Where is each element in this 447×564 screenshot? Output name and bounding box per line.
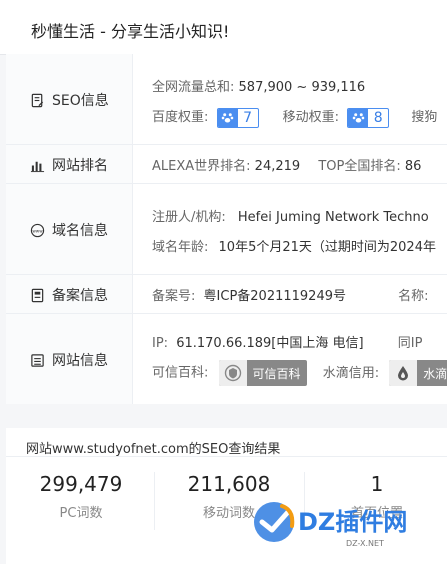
icp-label-cell: 备案信息 [6, 275, 133, 313]
baidu-weight-badge[interactable]: 7 [216, 107, 259, 128]
traffic-line: 全网流量总和: 587,900 ~ 939,116 [152, 76, 365, 95]
domain-label-text: 域名信息 [52, 223, 108, 239]
page-title: 秒懂生活 - 分享生活小知识! [31, 22, 230, 41]
www-globe-icon: www [30, 223, 45, 237]
seo-info-row: SEO信息 全网流量总和: 587,900 ~ 939,116 百度权重: 7 … [6, 54, 447, 145]
domain-age-label: 域名年龄: [152, 240, 209, 255]
mobile-weight-badge[interactable]: 8 [347, 107, 390, 128]
site-info-row: 网站信息 IP: 61.170.66.189[中国上海 电信] 同IP 可信百科… [6, 314, 447, 404]
icp-name-label: 名称: [398, 289, 429, 304]
domain-row: www 域名信息 注册人/机构: Hefei Juming Network Te… [6, 184, 447, 275]
site-info-label-cell: 网站信息 [6, 314, 133, 404]
domain-age-line: 域名年龄: 10年5个月21天（过期时间为2024年 [152, 236, 436, 255]
water-drop-icon [389, 360, 418, 386]
water-credit-badge[interactable]: 水滴 [389, 360, 447, 386]
rank-label: 网站排名 [30, 155, 108, 175]
icp-row: 备案信息 备案号: 粤ICP备2021119249号 名称: [6, 275, 447, 314]
shield-icon [218, 360, 247, 386]
record-book-icon [31, 288, 44, 302]
watermark-url: DZ-X.NET [346, 539, 384, 548]
list-icon [31, 353, 44, 367]
pc-words-stat[interactable]: 299,479 PC词数 [6, 472, 156, 521]
trust-label: 可信百科: [152, 365, 209, 381]
site-info-label-text: 网站信息 [52, 353, 108, 369]
ip-line: IP: 61.170.66.189[中国上海 电信] 同IP [152, 332, 422, 351]
water-credit-label: 水滴信用: [322, 365, 380, 381]
domain-label-cell: www 域名信息 [6, 184, 133, 274]
traffic-label: 全网流量总和: [152, 80, 235, 95]
icp-label-text: 备案信息 [52, 288, 108, 304]
alexa-value: 24,219 [254, 159, 301, 174]
registrant-value: Hefei Juming Network Techno [237, 210, 429, 225]
seo-result-title: 网站www.studyofnet.com的SEO查询结果 [26, 442, 281, 457]
registrant-label: 注册人/机构: [152, 210, 226, 225]
trust-badge-text: 可信百科 [252, 366, 301, 381]
alexa-label: ALEXA世界排名: [152, 159, 251, 174]
seo-result-divider [6, 456, 447, 457]
icp-number-value: 粤ICP备2021119249号 [203, 289, 346, 304]
paw-icon [348, 108, 369, 127]
icp-line: 备案号: 粤ICP备2021119249号 名称: [152, 285, 429, 304]
sogou-weight-label: 搜狗 [411, 110, 438, 125]
baidu-weight-value: 7 [243, 109, 252, 126]
page-header: 秒懂生活 - 分享生活小知识! [0, 0, 447, 55]
seo-info-label-text: SEO信息 [52, 93, 109, 109]
svg-text:www: www [32, 228, 43, 233]
document-icon [31, 93, 44, 107]
rank-label-text: 网站排名 [52, 158, 108, 174]
mobile-weight-value: 8 [373, 109, 383, 126]
icp-label: 备案信息 [30, 285, 108, 305]
page: 秒懂生活 - 分享生活小知识! SEO信息 全网流量总和: 587,900 ~ … [0, 0, 447, 564]
ip-label: IP: [152, 336, 169, 351]
domain-age-value: 10年5个月21天（过期时间为2024年 [218, 240, 436, 255]
pc-words-label: PC词数 [59, 506, 103, 521]
dz-watermark: DZ插件网 DZ-X.NET [246, 496, 446, 554]
site-info-label: 网站信息 [30, 350, 108, 370]
seo-info-label: SEO信息 [30, 90, 109, 110]
baidu-weight-label: 百度权重: [152, 110, 209, 125]
domain-label: www 域名信息 [30, 220, 108, 240]
watermark-brand: DZ插件网 [298, 508, 407, 536]
bar-chart-icon [30, 161, 45, 172]
registrant-line: 注册人/机构: Hefei Juming Network Techno [152, 206, 429, 225]
same-ip-label: 同IP [397, 336, 423, 351]
paw-icon [217, 108, 238, 127]
mobile-weight-label: 移动权重: [282, 110, 340, 125]
trust-badge[interactable]: 可信百科 [218, 360, 307, 386]
rank-line: ALEXA世界排名: 24,219 TOP全国排名: 86 [152, 155, 421, 174]
site-info-card: SEO信息 全网流量总和: 587,900 ~ 939,116 百度权重: 7 … [6, 54, 447, 404]
water-credit-badge-text: 水滴 [423, 366, 447, 381]
top-rank-label: TOP全国排名: [318, 159, 401, 174]
ip-value: 61.170.66.189[中国上海 电信] [176, 336, 364, 351]
pc-words-value: 299,479 [39, 472, 123, 496]
mobile-words-value: 211,608 [187, 472, 271, 496]
traffic-value: 587,900 ~ 939,116 [238, 80, 366, 95]
home-position-value: 1 [370, 472, 384, 496]
rank-row: 网站排名 ALEXA世界排名: 24,219 TOP全国排名: 86 [6, 145, 447, 184]
seo-info-label-cell: SEO信息 [6, 54, 133, 144]
rank-label-cell: 网站排名 [6, 145, 133, 183]
dz-logo-icon: DZ插件网 DZ-X.NET [254, 502, 407, 548]
top-rank-value: 86 [404, 159, 422, 174]
credit-line: 可信百科: 可信百科 水滴信用: 水滴 [152, 360, 447, 386]
icp-number-label: 备案号: [152, 289, 196, 304]
weight-line: 百度权重: 7 移动权重: 8 搜狗 [152, 106, 437, 128]
